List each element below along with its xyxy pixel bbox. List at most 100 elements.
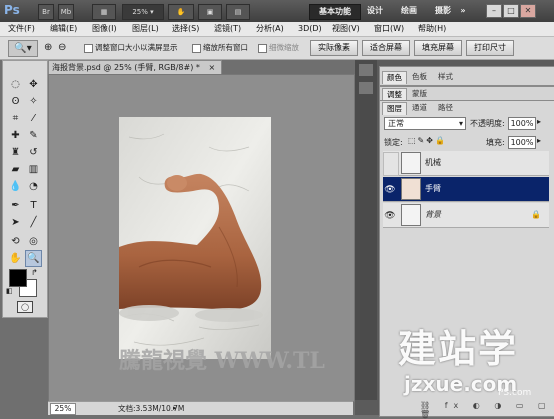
swap-colors-icon[interactable]: ↱ [31, 268, 38, 277]
workspace-painting[interactable]: 绘画 [398, 4, 420, 18]
menu-help[interactable]: 帮助(H) [418, 23, 446, 35]
screen-mode-button[interactable]: ▣ [198, 4, 222, 20]
menu-analysis[interactable]: 分析(A) [256, 23, 284, 35]
zoom-level-select[interactable]: 25% ▾ [122, 4, 164, 20]
history-brush-icon[interactable]: ↺ [26, 145, 41, 160]
3d-orbit-icon[interactable]: ◎ [26, 234, 41, 249]
move-icon[interactable]: ✥ [26, 77, 41, 92]
healing-brush-icon[interactable]: ✚ [8, 128, 23, 143]
zoom-all-windows-checkbox[interactable]: 缩放所有窗口 [192, 42, 248, 54]
status-menu-arrow-icon[interactable]: ▸ [173, 402, 177, 415]
menu-file[interactable]: 文件(F) [8, 23, 35, 35]
layer-actions-icons[interactable]: ⛓ fx ◐ ◑ ▭ ▢ 🗑 [420, 401, 554, 419]
panel-icon[interactable] [359, 64, 373, 76]
close-button[interactable]: ✕ [520, 4, 536, 18]
menu-window[interactable]: 窗口(W) [374, 23, 404, 35]
bridge-button[interactable]: Br [38, 4, 54, 20]
workspace-photography[interactable]: 摄影 [432, 4, 454, 18]
zoom-in-icon[interactable]: ⊕ [44, 42, 52, 53]
menu-image[interactable]: 图像(I) [92, 23, 117, 35]
zoom-out-icon[interactable]: ⊖ [58, 42, 66, 53]
actual-pixels-button[interactable]: 实际像素 [310, 40, 358, 56]
menu-filter[interactable]: 滤镜(T) [214, 23, 241, 35]
eyedropper-icon[interactable]: ⁄ [26, 111, 41, 126]
poster-canvas[interactable] [119, 117, 271, 359]
eye-icon[interactable]: 👁 [383, 204, 397, 226]
pen-icon[interactable]: ✒ [8, 198, 23, 213]
zoom-tool-icon[interactable]: 🔍 [25, 250, 42, 267]
tool-preset-picker[interactable]: 🔍▾ [8, 40, 38, 57]
clone-stamp-icon[interactable]: ♜ [8, 145, 23, 160]
3d-rotate-icon[interactable]: ⟲ [8, 234, 23, 249]
quick-mask-icon[interactable]: ◯ [17, 301, 33, 313]
opacity-input[interactable]: 100% [508, 117, 536, 130]
menu-edit[interactable]: 编辑(E) [50, 23, 77, 35]
menu-layer[interactable]: 图层(L) [132, 23, 159, 35]
hand-tool-button[interactable]: ✋ [168, 4, 194, 20]
fill-slider-arrow-icon[interactable]: ▸ [537, 136, 541, 145]
menu-select[interactable]: 选择(S) [172, 23, 199, 35]
magic-wand-icon[interactable]: ✧ [26, 94, 41, 109]
layer-thumbnail [401, 204, 421, 226]
layer-row[interactable]: 👁 背景 🔒 [383, 203, 549, 228]
canvas-area[interactable]: 騰龍視覺 WWW.TL [48, 74, 355, 402]
type-icon[interactable]: T [26, 198, 41, 213]
tab-channels[interactable]: 通道 [408, 102, 431, 114]
zoom-field[interactable]: 25% [50, 403, 76, 415]
maximize-button[interactable]: □ [503, 4, 519, 18]
close-tab-icon[interactable]: × [208, 63, 215, 72]
workspace-design[interactable]: 设计 [364, 4, 386, 18]
minimize-button[interactable]: – [486, 4, 502, 18]
checkbox-box [84, 43, 93, 53]
print-size-button[interactable]: 打印尺寸 [466, 40, 514, 56]
scrubby-zoom-checkbox[interactable]: 细微缩放 [258, 42, 299, 54]
menu-3d[interactable]: 3D(D) [298, 23, 322, 35]
gradient-icon[interactable]: ▥ [26, 162, 41, 177]
resize-windows-checkbox[interactable]: 调整窗口大小以满屏显示 [84, 42, 178, 54]
panel-icon[interactable] [359, 82, 373, 94]
path-selection-icon[interactable]: ➤ [8, 215, 23, 230]
menu-view[interactable]: 视图(V) [332, 23, 360, 35]
workspace-more-button[interactable]: » [458, 4, 468, 18]
fit-screen-button[interactable]: 适合屏幕 [362, 40, 410, 56]
status-bar: 25% 文档:3.53M/10.7M ▸ [48, 401, 353, 415]
blend-mode-select[interactable]: 正常 ▾ [384, 117, 466, 130]
dodge-icon[interactable]: ◔ [26, 179, 41, 194]
marquee-icon[interactable]: ◌ [8, 77, 23, 92]
lock-label: 锁定: [384, 138, 403, 147]
workspace-essentials[interactable]: 基本功能 [309, 4, 361, 20]
lasso-icon[interactable]: ʘ [8, 94, 23, 109]
shape-icon[interactable]: ╱ [26, 215, 41, 230]
tab-styles[interactable]: 样式 [434, 71, 457, 83]
opacity-label: 不透明度: [470, 119, 505, 128]
fill-screen-button[interactable]: 填充屏幕 [414, 40, 462, 56]
layer-row[interactable]: 机械 [383, 151, 549, 176]
chevron-down-icon: ▾ [458, 119, 463, 128]
opacity-slider-arrow-icon[interactable]: ▸ [537, 117, 541, 126]
fill-input[interactable]: 100% [508, 136, 536, 149]
tab-swatches[interactable]: 色板 [408, 71, 431, 83]
blur-icon[interactable]: 💧 [8, 179, 23, 194]
tools-panel: ◌ ✥ ʘ ✧ ⌗ ⁄ ✚ ✎ ♜ ↺ ▰ ▥ 💧 ◔ ✒ T ➤ ╱ ⟲ ◎ … [2, 60, 48, 318]
eraser-icon[interactable]: ▰ [8, 162, 23, 177]
lock-options-icons[interactable]: ⬚✎✥🔒 [408, 136, 447, 145]
layer-row-selected[interactable]: 👁 手臂 [383, 177, 549, 202]
layer-thumbnail [401, 152, 421, 174]
tab-masks[interactable]: 蒙版 [408, 88, 431, 100]
tab-paths[interactable]: 路径 [434, 102, 457, 114]
tab-layers[interactable]: 图层 [382, 102, 407, 115]
hand-icon[interactable]: ✋ [8, 251, 23, 266]
tab-color[interactable]: 颜色 [382, 71, 407, 84]
application-bar: Ps Br Mb ▦ 25% ▾ ✋ ▣ ▤ 基本功能 设计 绘画 摄影 » –… [0, 0, 554, 22]
brush-icon[interactable]: ✎ [26, 128, 41, 143]
foreground-color-swatch-top[interactable] [9, 269, 27, 287]
default-colors-icon[interactable]: ◧ [6, 287, 13, 295]
arrange-documents-button[interactable]: ▤ [226, 4, 250, 20]
mini-bridge-button[interactable]: Mb [58, 4, 74, 20]
eye-icon[interactable]: 👁 [383, 178, 397, 200]
view-extras-button[interactable]: ▦ [92, 4, 116, 20]
watermark-text: 騰龍視覺 WWW.TL [119, 348, 325, 374]
crop-icon[interactable]: ⌗ [8, 111, 23, 126]
document-tab[interactable]: 海报背景.psd @ 25% (手臂, RGB/8#) * × [48, 60, 222, 74]
visibility-toggle-hidden[interactable] [383, 152, 399, 176]
